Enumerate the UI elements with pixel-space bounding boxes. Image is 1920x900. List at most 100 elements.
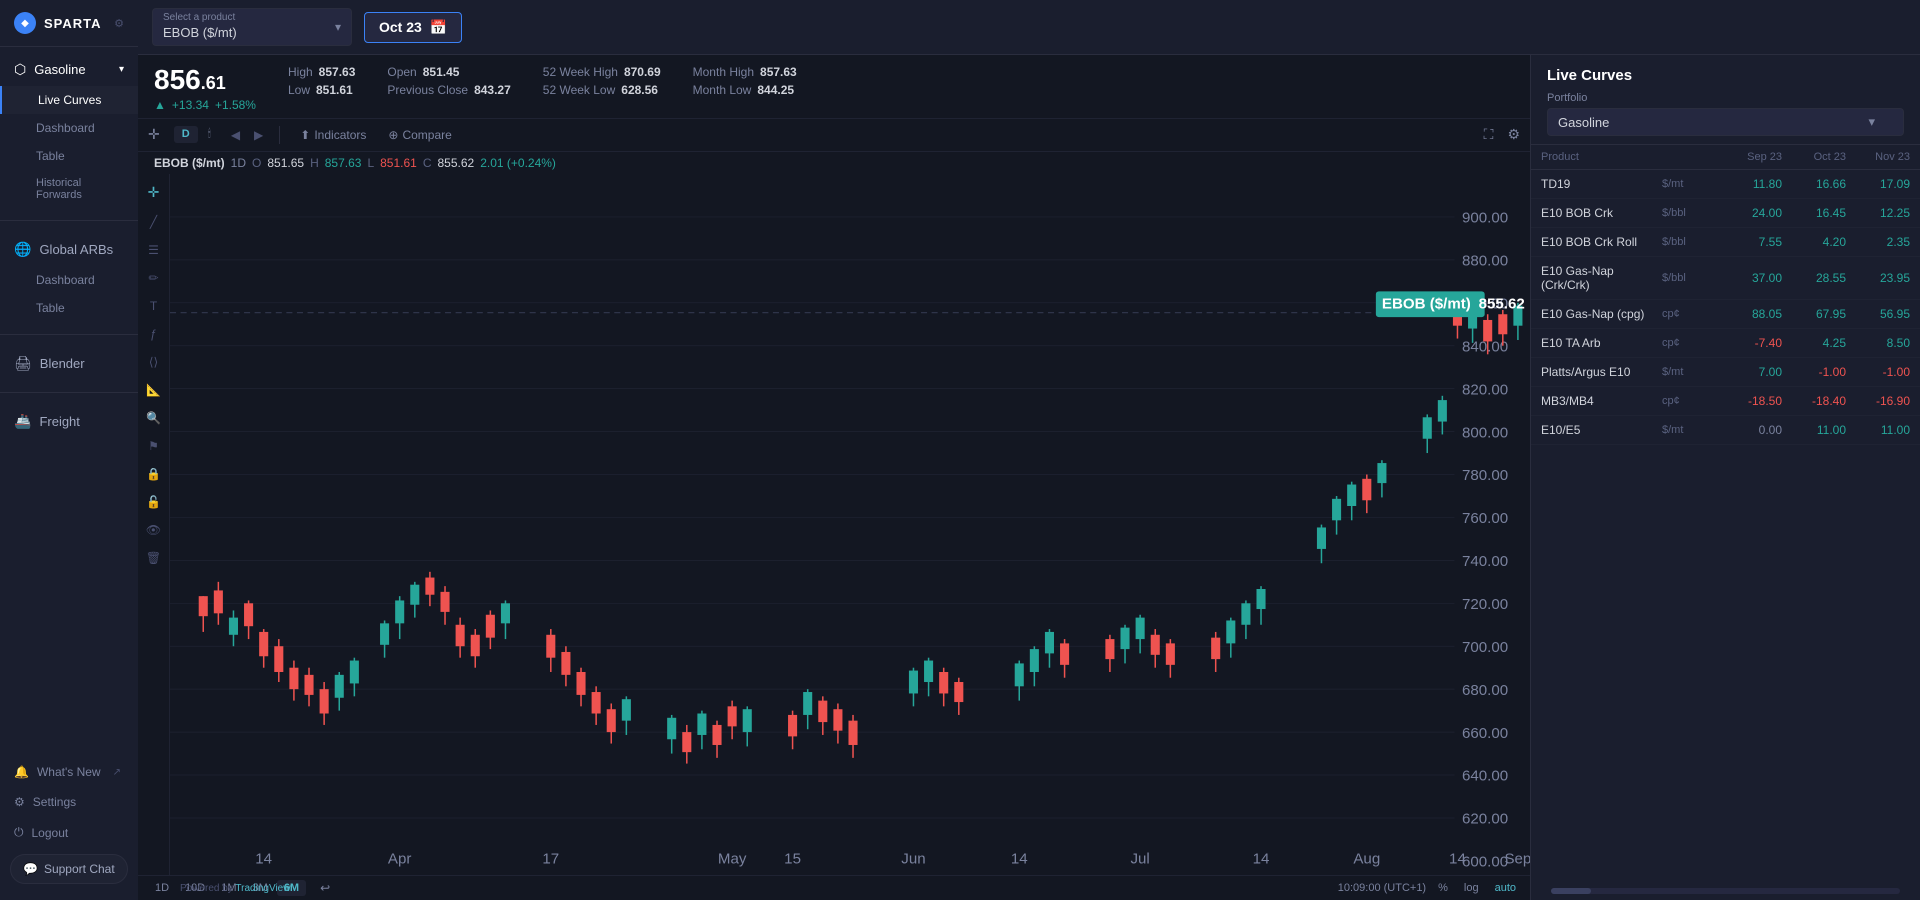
sidebar-item-dashboard[interactable]: Dashboard: [0, 114, 138, 142]
e10bobroll-unit: $/bbl: [1662, 236, 1718, 248]
support-chat-button[interactable]: 💬 Support Chat: [10, 854, 128, 884]
divider-1: [0, 220, 138, 221]
powered-by: Powered by TradingView: [180, 879, 290, 894]
lc-row-e10e5[interactable]: E10/E5 $/mt 0.00 11.00 11.00: [1531, 416, 1920, 445]
dashboard-label: Dashboard: [36, 121, 95, 135]
price-change: ▲ +13.34 +1.58%: [154, 98, 256, 112]
svg-text:Apr: Apr: [388, 852, 412, 868]
product-select-label: Select a product: [163, 12, 235, 23]
globe-icon: 🌐: [14, 241, 31, 258]
lc-row-e10ta[interactable]: E10 TA Arb cp¢ -7.40 4.25 8.50: [1531, 329, 1920, 358]
sidebar-global-arbs-group[interactable]: 🌐 Global ARBs: [0, 233, 138, 266]
ohlc-h-label: H: [310, 156, 319, 170]
settings-dot-icon[interactable]: ⚙: [114, 17, 124, 30]
ga-table-label: Table: [36, 301, 65, 315]
52wk-high-label: 52 Week High: [543, 65, 618, 79]
compare-button[interactable]: ⊕ Compare: [382, 125, 457, 145]
arrow-left-icon[interactable]: ◀: [231, 128, 240, 142]
sidebar-whats-new[interactable]: 🔔 What's New ↗: [0, 757, 138, 787]
lc-row-mb3mb4[interactable]: MB3/MB4 cp¢ -18.50 -18.40 -16.90: [1531, 387, 1920, 416]
lc-scrollbar-thumb[interactable]: [1551, 888, 1591, 894]
e10ta-nov: 8.50: [1846, 336, 1910, 350]
lock-tool[interactable]: 🔒: [146, 467, 161, 481]
product-select[interactable]: Select a product EBOB ($/mt) ▾: [152, 8, 352, 46]
footer-tf-1d[interactable]: 1D: [148, 880, 176, 896]
arrow-right-icon[interactable]: ▶: [254, 128, 263, 142]
fullscreen-icon[interactable]: ⛶: [1484, 126, 1494, 143]
price-month-high-row: Month High 857.63: [693, 65, 797, 79]
tradingview-link[interactable]: TradingView: [235, 883, 290, 894]
pattern-tool[interactable]: ⟨⟩: [149, 355, 158, 369]
line-tool[interactable]: ╱: [150, 215, 157, 229]
footer-pct-btn[interactable]: %: [1434, 880, 1452, 896]
col-unit: [1662, 151, 1718, 163]
date-picker[interactable]: Oct 23 📅: [364, 12, 462, 43]
indicators-button[interactable]: ⬆ Indicators: [294, 125, 372, 145]
e10gasnap-crk-oct: 28.55: [1782, 271, 1846, 285]
e10bob-sep: 24.00: [1718, 206, 1782, 220]
freight-icon: 🚢: [14, 413, 31, 430]
month-low-val: 844.25: [757, 83, 794, 97]
lc-row-e10gasnap-crk[interactable]: E10 Gas-Nap (Crk/Crk) $/bbl 37.00 28.55 …: [1531, 257, 1920, 300]
measure-tool[interactable]: 📐: [146, 383, 161, 397]
chart-replay-icon[interactable]: ↩: [320, 881, 330, 895]
col-product: Product: [1541, 151, 1662, 163]
draw-tool[interactable]: ✏: [148, 271, 158, 285]
chevron-icon: ▾: [119, 64, 124, 75]
lc-row-td19[interactable]: TD19 $/mt 11.80 16.66 17.09: [1531, 170, 1920, 199]
sidebar-item-ga-dashboard[interactable]: Dashboard: [0, 266, 138, 294]
sidebar-gasoline-group[interactable]: ⬡ Gasoline ▾: [0, 53, 138, 86]
lock2-tool[interactable]: 🔓: [146, 495, 161, 509]
chart-timestamp: 10:09:00 (UTC+1): [1338, 882, 1426, 894]
price-52wk: 52 Week High 870.69 52 Week Low 628.56: [543, 65, 661, 97]
global-arbs-label: Global ARBs: [39, 242, 113, 257]
delete-tool[interactable]: 🗑: [146, 551, 161, 565]
52wk-low-val: 628.56: [621, 83, 658, 97]
price-prevclose-row: Previous Close 843.27: [387, 83, 510, 97]
price-main: 856.61 ▲ +13.34 +1.58%: [154, 65, 256, 112]
52wk-high-val: 870.69: [624, 65, 661, 79]
freight-section: 🚢 Freight: [0, 399, 138, 444]
text-tool[interactable]: T: [150, 299, 157, 313]
indicators-icon: ⬆: [300, 128, 310, 142]
col-nov23: Nov 23: [1846, 151, 1910, 163]
sidebar-item-table[interactable]: Table: [0, 142, 138, 170]
hline-tool[interactable]: ☰: [148, 243, 159, 257]
e10bob-oct: 16.45: [1782, 206, 1846, 220]
tf-btn-candle[interactable]: 🕯: [200, 126, 219, 143]
ohlc-l-val: 851.61: [380, 156, 417, 170]
lc-row-e10gasnap-cpg[interactable]: E10 Gas-Nap (cpg) cp¢ 88.05 67.95 56.95: [1531, 300, 1920, 329]
sidebar-freight-group[interactable]: 🚢 Freight: [0, 405, 138, 438]
settings-chart-icon[interactable]: ⚙: [1507, 126, 1520, 143]
lc-row-e10bobroll[interactable]: E10 BOB Crk Roll $/bbl 7.55 4.20 2.35: [1531, 228, 1920, 257]
sidebar-item-historical-forwards[interactable]: Historical Forwards: [0, 170, 138, 208]
svg-text:700.00: 700.00: [1462, 640, 1508, 656]
svg-text:660.00: 660.00: [1462, 726, 1508, 742]
svg-text:14: 14: [1253, 852, 1270, 868]
portfolio-select[interactable]: Gasoline ▾: [1547, 108, 1904, 136]
footer-log-btn[interactable]: log: [1460, 880, 1483, 896]
fibonacci-tool[interactable]: ƒ: [150, 327, 157, 341]
crosshair-tool[interactable]: ✛: [148, 184, 160, 201]
eye-tool[interactable]: 👁: [146, 523, 161, 537]
sidebar-item-live-curves[interactable]: Live Curves: [0, 86, 138, 114]
sidebar-settings[interactable]: ⚙ Settings: [0, 787, 138, 817]
ohlc-h-val: 857.63: [325, 156, 362, 170]
flag-tool[interactable]: ⚑: [148, 439, 159, 453]
crosshair-icon[interactable]: ✛: [148, 126, 160, 143]
tf-btn-d[interactable]: D: [174, 126, 198, 143]
settings-icon: ⚙: [14, 795, 25, 809]
lc-row-platts[interactable]: Platts/Argus E10 $/mt 7.00 -1.00 -1.00: [1531, 358, 1920, 387]
footer-auto-btn[interactable]: auto: [1491, 880, 1520, 896]
sidebar-blender-group[interactable]: 🖨 Blender: [0, 347, 138, 380]
chart-svg-area[interactable]: 900.00 880.00 860.00 840.00 820.00 800.0…: [170, 174, 1530, 875]
zoom-tool[interactable]: 🔍: [146, 411, 161, 425]
live-curves-title: Live Curves: [1547, 67, 1904, 84]
lc-row-e10bob[interactable]: E10 BOB Crk $/bbl 24.00 16.45 12.25: [1531, 199, 1920, 228]
price-high-row: High 857.63: [288, 65, 355, 79]
sidebar-logout[interactable]: ⏻ Logout: [0, 817, 138, 848]
lc-scrollbar[interactable]: [1551, 888, 1900, 894]
price-month: Month High 857.63 Month Low 844.25: [693, 65, 797, 97]
sidebar-item-ga-table[interactable]: Table: [0, 294, 138, 322]
e10gasnap-cpg-product: E10 Gas-Nap (cpg): [1541, 307, 1662, 321]
